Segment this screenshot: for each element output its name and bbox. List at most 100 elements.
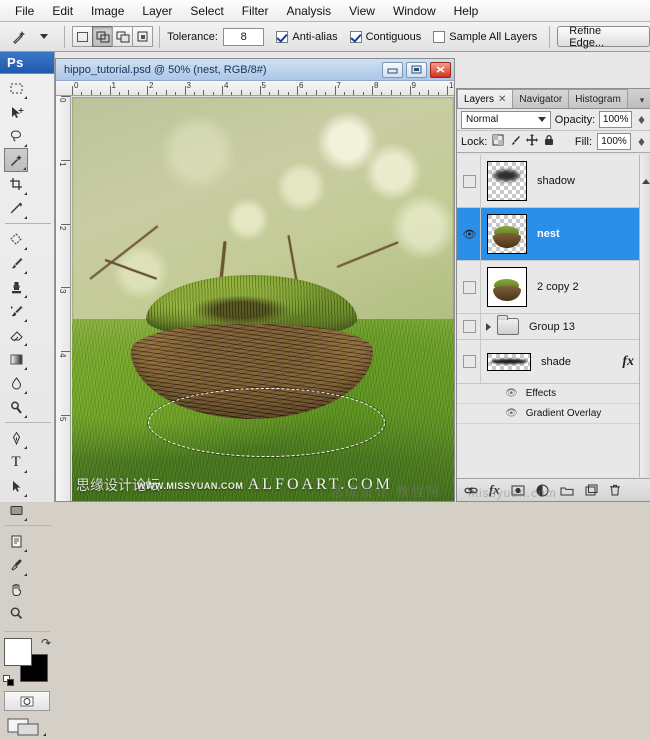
- fill-input[interactable]: 100%: [597, 133, 631, 150]
- eye-icon[interactable]: 👁: [505, 408, 518, 419]
- menu-item-file[interactable]: File: [6, 1, 43, 21]
- opacity-input[interactable]: 100%: [599, 111, 633, 128]
- eyedropper-icon[interactable]: [4, 553, 28, 577]
- layer-style-indicator[interactable]: fx: [622, 354, 634, 370]
- standard-mode-icon[interactable]: [4, 691, 50, 711]
- lock-all-icon[interactable]: [543, 134, 555, 149]
- subtract-from-selection-button[interactable]: [112, 26, 134, 47]
- add-to-selection-button[interactable]: [92, 26, 114, 47]
- layer-thumbnail[interactable]: [487, 161, 527, 201]
- menu-item-layer[interactable]: Layer: [133, 1, 181, 21]
- delete-layer-icon[interactable]: [609, 484, 621, 496]
- slice-icon[interactable]: [4, 196, 28, 220]
- menu-item-window[interactable]: Window: [384, 1, 445, 21]
- brush-icon[interactable]: [4, 251, 28, 275]
- layer-row-nest[interactable]: 👁 nest: [457, 208, 650, 261]
- refine-edge-button[interactable]: Refine Edge...: [557, 25, 650, 49]
- image-canvas[interactable]: 思缘设计论坛 WWW.MISSYUAN.COM ALFOART.COM: [72, 97, 454, 501]
- layer-visibility-toggle[interactable]: [459, 314, 481, 339]
- new-selection-button[interactable]: [72, 26, 94, 47]
- layer-thumbnail[interactable]: [487, 352, 531, 371]
- layer-thumbnail[interactable]: [487, 267, 527, 307]
- foreground-color-swatch[interactable]: [4, 638, 32, 666]
- layer-visibility-toggle[interactable]: [459, 261, 481, 313]
- layer-visibility-toggle[interactable]: 👁: [459, 208, 481, 260]
- menu-item-edit[interactable]: Edit: [43, 1, 82, 21]
- layer-name[interactable]: 2 copy 2: [537, 281, 579, 293]
- swap-colors-icon[interactable]: ↷: [41, 636, 51, 650]
- screen-mode-icon[interactable]: [6, 717, 48, 737]
- notes-icon[interactable]: [4, 529, 28, 553]
- history-brush-icon[interactable]: [4, 299, 28, 323]
- lock-transparent-pixels-icon[interactable]: [492, 134, 504, 149]
- path-selection-icon[interactable]: [4, 474, 28, 498]
- move-icon[interactable]: [4, 100, 28, 124]
- document-title-bar[interactable]: hippo_tutorial.psd @ 50% (nest, RGB/8#): [56, 59, 454, 81]
- link-layers-icon[interactable]: [464, 485, 478, 496]
- lock-image-pixels-icon[interactable]: [509, 134, 521, 149]
- layers-panel-scrollbar[interactable]: [639, 155, 650, 477]
- layer-visibility-toggle[interactable]: [459, 155, 481, 207]
- add-layer-style-icon[interactable]: fx: [489, 482, 500, 498]
- fill-stepper[interactable]: [636, 137, 646, 147]
- new-layer-icon[interactable]: [585, 484, 598, 496]
- hand-icon[interactable]: [4, 577, 28, 601]
- layer-name[interactable]: shadow: [537, 175, 575, 187]
- layer-row-shadow[interactable]: shadow: [457, 155, 650, 208]
- restore-button[interactable]: [406, 61, 427, 78]
- pen-icon[interactable]: [4, 426, 28, 450]
- magic-wand-icon[interactable]: [4, 148, 28, 172]
- menu-item-image[interactable]: Image: [82, 1, 133, 21]
- rectangular-marquee-icon[interactable]: [4, 76, 28, 100]
- dodge-icon[interactable]: [4, 395, 28, 419]
- tab-layers[interactable]: Layers ✕: [457, 89, 514, 108]
- menu-item-select[interactable]: Select: [181, 1, 232, 21]
- gradient-icon[interactable]: [4, 347, 28, 371]
- scroll-up-arrow-icon[interactable]: [642, 179, 650, 184]
- layer-name[interactable]: nest: [537, 228, 560, 240]
- magic-wand-icon[interactable]: [6, 25, 32, 49]
- new-fill-adjustment-layer-icon[interactable]: [536, 484, 549, 497]
- menu-item-view[interactable]: View: [340, 1, 384, 21]
- close-icon[interactable]: ✕: [498, 94, 506, 105]
- eraser-icon[interactable]: [4, 323, 28, 347]
- tolerance-input[interactable]: 8: [222, 27, 265, 46]
- menu-item-help[interactable]: Help: [445, 1, 488, 21]
- layer-row-2-copy-2[interactable]: 2 copy 2: [457, 261, 650, 314]
- type-icon[interactable]: T: [4, 450, 28, 474]
- layer-row-shade[interactable]: shade fx: [457, 340, 650, 384]
- anti-alias-checkbox[interactable]: Anti-alias: [276, 30, 338, 43]
- opacity-stepper[interactable]: [636, 115, 646, 125]
- layer-effect-gradient-overlay-row[interactable]: 👁 Gradient Overlay: [457, 404, 650, 424]
- eye-icon[interactable]: 👁: [505, 388, 518, 399]
- layer-name[interactable]: Group 13: [529, 321, 575, 333]
- new-group-icon[interactable]: [560, 485, 574, 496]
- layer-thumbnail[interactable]: [487, 214, 527, 254]
- layer-name[interactable]: shade: [541, 356, 571, 368]
- zoom-icon[interactable]: [4, 601, 28, 625]
- tab-histogram[interactable]: Histogram: [568, 89, 628, 108]
- menu-item-filter[interactable]: Filter: [233, 1, 278, 21]
- layer-effects-row[interactable]: 👁 Effects: [457, 384, 650, 404]
- layer-visibility-toggle[interactable]: [459, 340, 481, 383]
- group-expand-arrow-icon[interactable]: [486, 322, 491, 331]
- sample-all-layers-checkbox[interactable]: Sample All Layers: [433, 30, 537, 43]
- lasso-icon[interactable]: [4, 124, 28, 148]
- tool-preset-dropdown[interactable]: [32, 25, 58, 49]
- layer-row-group-13[interactable]: Group 13: [457, 314, 650, 340]
- intersect-with-selection-button[interactable]: [132, 26, 154, 47]
- minimize-button[interactable]: [382, 61, 403, 78]
- blend-mode-select[interactable]: Normal: [461, 110, 551, 129]
- patch-icon[interactable]: [4, 227, 28, 251]
- blur-icon[interactable]: [4, 371, 28, 395]
- contiguous-checkbox[interactable]: Contiguous: [349, 30, 421, 43]
- default-colors-icon[interactable]: [3, 675, 15, 687]
- crop-icon[interactable]: [4, 172, 28, 196]
- menu-item-analysis[interactable]: Analysis: [277, 1, 340, 21]
- clone-stamp-icon[interactable]: [4, 275, 28, 299]
- panel-menu-icon[interactable]: ▾: [634, 92, 650, 108]
- add-layer-mask-icon[interactable]: [511, 485, 525, 496]
- close-button[interactable]: [430, 61, 451, 78]
- layer-list[interactable]: shadow 👁 nest 2 copy 2 Group 13 shade fx…: [457, 155, 650, 477]
- tab-navigator[interactable]: Navigator: [512, 89, 570, 108]
